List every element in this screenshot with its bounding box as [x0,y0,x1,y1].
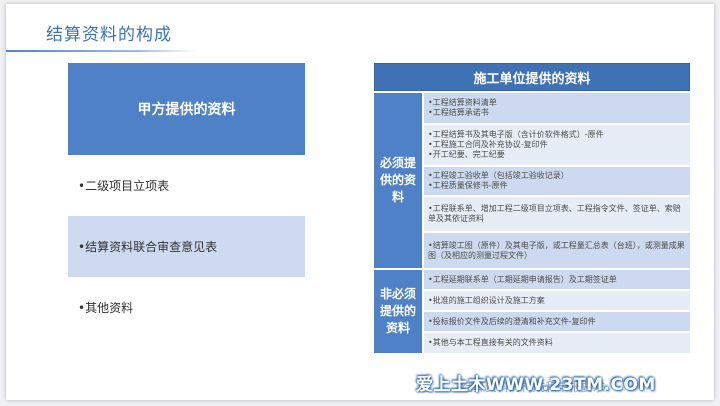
cell-line: •批准的施工组织设计及施工方案 [428,295,545,305]
required-cell: •工程联系单、增加工程二级项目立项表、工程指令文件、签证单、索赔单及其依证资料 [424,197,690,231]
cell-line: •工程竣工验收单（包括竣工验收记录） [428,171,569,180]
title-underline [6,50,196,52]
contractor-header: 施工单位提供的资料 [374,63,690,91]
optional-cell: •批准的施工组织设计及施工方案 [424,291,690,310]
required-cell: •结算竣工图（原件）及其电子版，或工程量汇总表（台班），或测量成果图（及相应的测… [424,233,690,268]
contractor-table: 施工单位提供的资料 必须提供的资料 •工程结算资料清单 •工程结算承诺书 •工程… [374,63,690,353]
cell-line: •工程联系单、增加工程二级项目立项表、工程指令文件、签证单、索赔单及其依证资料 [428,204,681,223]
required-label-text: 必须提供的资料 [379,156,416,204]
cell-line: •结算竣工图（原件）及其电子版，或工程量汇总表（台班），或测量成果图（及相应的测… [428,240,685,260]
cell-line: •开工纪要、完工纪要 [428,150,505,159]
party-a-row: •结算资料联合审查意见表 [68,216,305,277]
optional-cell: •其他与本工程直接有关的文件资料 [424,333,690,353]
required-label: 必须提供的资料 [374,93,422,268]
optional-cell: •投标报价文件及后续的澄清和补充文件-复印件 [424,312,690,331]
optional-group: 非必须提供的资料 •工程延期联系单（工期延期申请报告）及工期签证单 •批准的施工… [374,270,690,353]
cell-line: •其他与本工程直接有关的文件资料 [428,338,553,347]
cell-line: •投标报价文件及后续的澄清和补充文件-复印件 [428,316,596,326]
cell-line: •工程施工合同及补充协议-复印件 [428,140,548,149]
required-cell: •工程结算书及其电子版（含计价软件格式）-原件 •工程施工合同及补充协议-复印件… [424,125,690,165]
optional-cell: •工程延期联系单（工期延期申请报告）及工期签证单 [424,270,690,289]
required-cell: •工程结算资料清单 •工程结算承诺书 [424,93,690,123]
cell-line: •工程延期联系单（工期延期申请报告）及工期签证单 [428,274,617,284]
required-group: 必须提供的资料 •工程结算资料清单 •工程结算承诺书 •工程结算书及其电子版（含… [374,93,690,268]
party-a-row: •二级项目立项表 [68,155,305,216]
cell-line: •工程结算承诺书 [428,108,489,117]
cell-line: •工程结算资料清单 [428,98,497,107]
cell-line: •工程结算书及其电子版（含计价软件格式）-原件 [428,130,604,139]
slide: 结算资料的构成 甲方提供的资料 •二级项目立项表 •结算资料联合审查意见表 •其… [6,4,714,400]
required-cell: •工程竣工验收单（包括竣工验收记录） •工程质量保修书-原件 [424,167,690,195]
party-a-row: •其他资料 [68,277,305,338]
optional-label: 非必须提供的资料 [374,270,422,353]
optional-label-text: 非必须提供的资料 [379,287,416,335]
page-title: 结算资料的构成 [46,25,172,45]
party-a-header: 甲方提供的资料 [68,63,305,155]
watermark: 爱上土木WWW.23TM.COM [416,375,656,395]
party-a-table: 甲方提供的资料 •二级项目立项表 •结算资料联合审查意见表 •其他资料 [68,63,305,339]
cell-line: •工程质量保修书-原件 [428,181,508,190]
